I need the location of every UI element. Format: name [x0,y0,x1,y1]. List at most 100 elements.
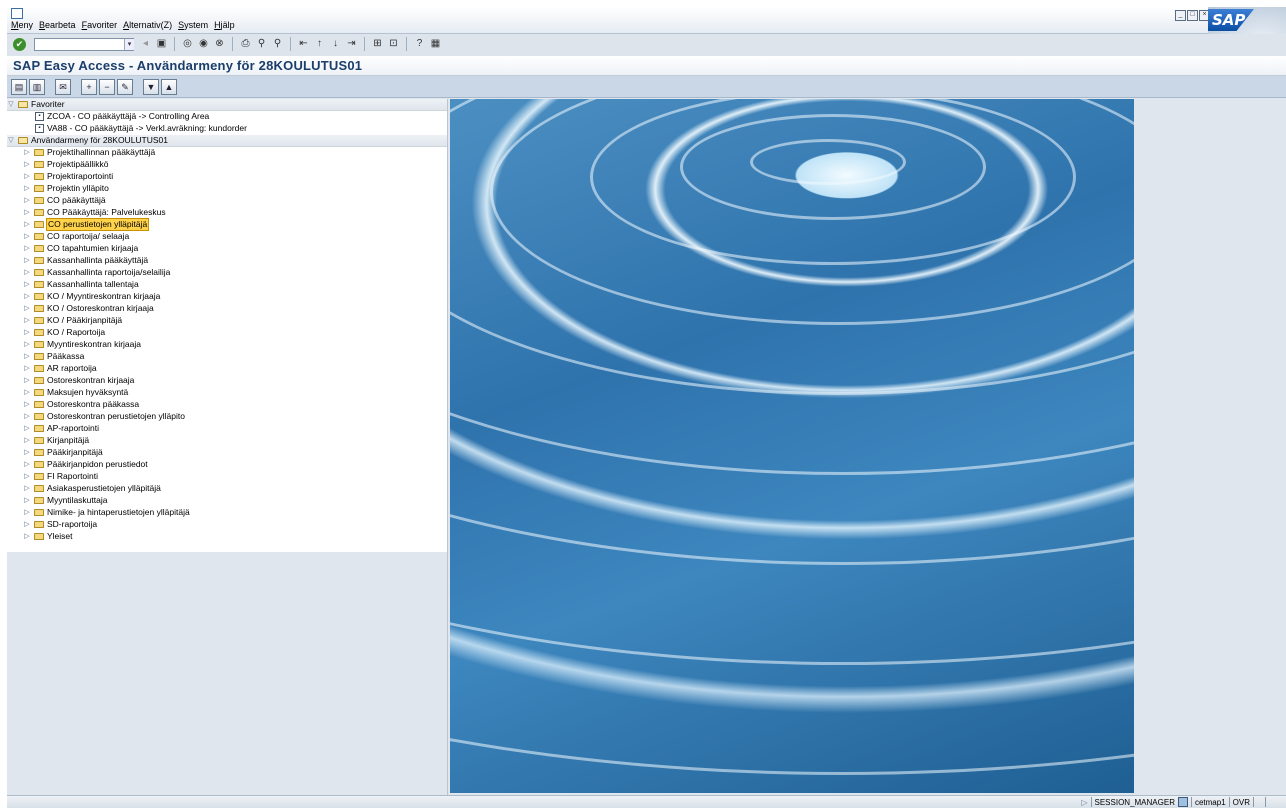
expand-icon[interactable]: ▷ [23,303,31,314]
tree-folder-item[interactable]: ▷ Pääkassa [23,351,84,362]
tree-folder-item[interactable]: ▷ KO / Ostoreskontran kirjaaja [23,303,153,314]
favorite-item[interactable]: ▪ ZCOA - CO pääkäyttäjä -> Controlling A… [35,111,209,122]
expand-icon[interactable]: ▷ [23,531,31,542]
menu-meny[interactable]: Meny [11,20,33,30]
customize-layout-icon[interactable]: ▦ [429,37,442,51]
expand-icon[interactable]: ▷ [23,399,31,410]
tree-folder-item[interactable]: ▷ Ostoreskontran perustietojen ylläpito [23,411,185,422]
resize-grip[interactable] [1265,797,1284,807]
expand-icon[interactable]: ▷ [23,375,31,386]
expand-icon[interactable]: ▷ [23,231,31,242]
menu-hjalp[interactable]: Hjälp [214,20,235,30]
favorite-item[interactable]: ▪ VA88 - CO pääkäyttäjä -> Verkl.avräkni… [35,123,247,134]
tree-folder-item[interactable]: ▷ Projektihallinnan pääkäyttäjä [23,147,155,158]
expand-icon[interactable]: ▷ [23,363,31,374]
tree-folder-item[interactable]: ▷ CO Pääkäyttäjä: Palvelukeskus [23,207,165,218]
move-down-icon[interactable]: ▼ [143,79,159,95]
expand-icon[interactable]: ▷ [23,171,31,182]
tree-folder-item[interactable]: ▷ Myyntireskontran kirjaaja [23,339,141,350]
menu-favoriter[interactable]: Favoriter [82,20,118,30]
expand-icon[interactable]: ▷ [23,495,31,506]
expand-icon[interactable]: ▷ [23,279,31,290]
move-up-icon[interactable]: ▲ [161,79,177,95]
expand-icon[interactable]: ▷ [23,327,31,338]
system-menu-icon[interactable] [11,8,23,19]
menu-bearbeta[interactable]: Bearbeta [39,20,76,30]
expand-icon[interactable]: ▷ [23,339,31,350]
expanded-icon[interactable]: ▽ [7,99,15,110]
expand-icon[interactable]: ▷ [23,447,31,458]
expand-icon[interactable]: ▷ [23,243,31,254]
session-info-icon[interactable] [1177,797,1188,807]
last-page-icon[interactable]: ⇥ [345,37,358,51]
tree-node-user-menu[interactable]: ▽ Användarmeny för 28KOULUTUS01 [7,135,447,147]
tree-folder-item[interactable]: ▷ CO perustietojen ylläpitäjä [23,218,150,231]
print-icon[interactable]: ⎙ [239,37,252,51]
tree-folder-item[interactable]: ▷ Kirjanpitäjä [23,435,89,446]
exit-icon[interactable]: ◉ [197,37,210,51]
tree-folder-item[interactable]: ▷ KO / Raportoija [23,327,105,338]
tree-folder-item[interactable]: ▷ Myyntilaskuttaja [23,495,107,506]
collapse-icon[interactable]: ◂ [139,37,152,51]
new-session-icon[interactable]: ⊞ [371,37,384,51]
command-dropdown-icon[interactable]: ▾ [124,39,134,50]
tree-folder-item[interactable]: ▷ Kassanhallinta tallentaja [23,279,138,290]
tree-folder-item[interactable]: ▷ Yleiset [23,531,72,542]
tree-folder-item[interactable]: ▷ Kassanhallinta raportoija/selailija [23,267,170,278]
minimize-icon[interactable]: _ [1175,10,1186,21]
tree-folder-item[interactable]: ▷ Kassanhallinta pääkäyttäjä [23,255,148,266]
add-favorite-icon[interactable]: + [81,79,97,95]
tree-node-favorites[interactable]: ▽ Favoriter [7,99,447,111]
first-page-icon[interactable]: ⇤ [297,37,310,51]
expand-icon[interactable]: ▷ [23,159,31,170]
tree-folder-item[interactable]: ▷ FI Raportointi [23,471,98,482]
tree-folder-item[interactable]: ▷ Nimike- ja hintaperustietojen ylläpitäj… [23,507,189,518]
maximize-icon[interactable]: □ [1187,10,1198,21]
user-menu-icon[interactable]: ▤ [11,79,27,95]
tree-folder-item[interactable]: ▷ Projektin ylläpito [23,183,109,194]
tree-folder-item[interactable]: ▷ KO / Myyntireskontran kirjaaja [23,291,160,302]
menu-alternativ[interactable]: Alternativ(Z) [123,20,172,30]
status-expand-icon[interactable]: ▷ [1081,798,1087,807]
expand-icon[interactable]: ▷ [23,267,31,278]
expand-icon[interactable]: ▷ [23,507,31,518]
find-icon[interactable]: ⚲ [255,37,268,51]
expand-icon[interactable]: ▷ [23,387,31,398]
expand-icon[interactable]: ▷ [23,147,31,158]
sap-menu-icon[interactable]: ▥ [29,79,45,95]
expand-icon[interactable]: ▷ [23,255,31,266]
save-icon[interactable]: ▣ [155,37,168,51]
find-next-icon[interactable]: ⚲ [271,37,284,51]
tree-folder-item[interactable]: ▷ CO raportoija/ selaaja [23,231,129,242]
change-favorite-icon[interactable]: ✎ [117,79,133,95]
cancel-icon[interactable]: ⊗ [213,37,226,51]
tree-folder-item[interactable]: ▷ CO pääkäyttäjä [23,195,105,206]
business-workplace-icon[interactable]: ✉ [55,79,71,95]
expand-icon[interactable]: ▷ [23,195,31,206]
tree-folder-item[interactable]: ▷ AR raportoija [23,363,96,374]
expand-icon[interactable]: ▷ [23,219,31,230]
expand-icon[interactable]: ▷ [23,351,31,362]
expand-icon[interactable]: ▷ [23,183,31,194]
previous-page-icon[interactable]: ↑ [313,37,326,51]
expand-icon[interactable]: ▷ [23,315,31,326]
next-page-icon[interactable]: ↓ [329,37,342,51]
expand-icon[interactable]: ▷ [23,207,31,218]
expand-icon[interactable]: ▷ [23,483,31,494]
tree-folder-item[interactable]: ▷ CO tapahtumien kirjaaja [23,243,138,254]
command-field[interactable] [34,38,134,51]
menu-system[interactable]: System [178,20,208,30]
tree-folder-item[interactable]: ▷ Pääkirjanpitäjä [23,447,102,458]
expand-icon[interactable]: ▷ [23,411,31,422]
shortcut-icon[interactable]: ⊡ [387,37,400,51]
tree-folder-item[interactable]: ▷ Pääkirjanpidon perustiedot [23,459,147,470]
tree-folder-item[interactable]: ▷ Maksujen hyväksyntä [23,387,128,398]
expanded-icon[interactable]: ▽ [7,135,15,146]
tree-folder-item[interactable]: ▷ Asiakasperustietojen ylläpitäjä [23,483,161,494]
expand-icon[interactable]: ▷ [23,423,31,434]
back-icon[interactable]: ◎ [181,37,194,51]
tree-folder-item[interactable]: ▷ KO / Pääkirjanpitäjä [23,315,122,326]
expand-icon[interactable]: ▷ [23,459,31,470]
enter-icon[interactable]: ✔ [13,38,26,51]
tree-folder-item[interactable]: ▷ Ostoreskontran kirjaaja [23,375,134,386]
